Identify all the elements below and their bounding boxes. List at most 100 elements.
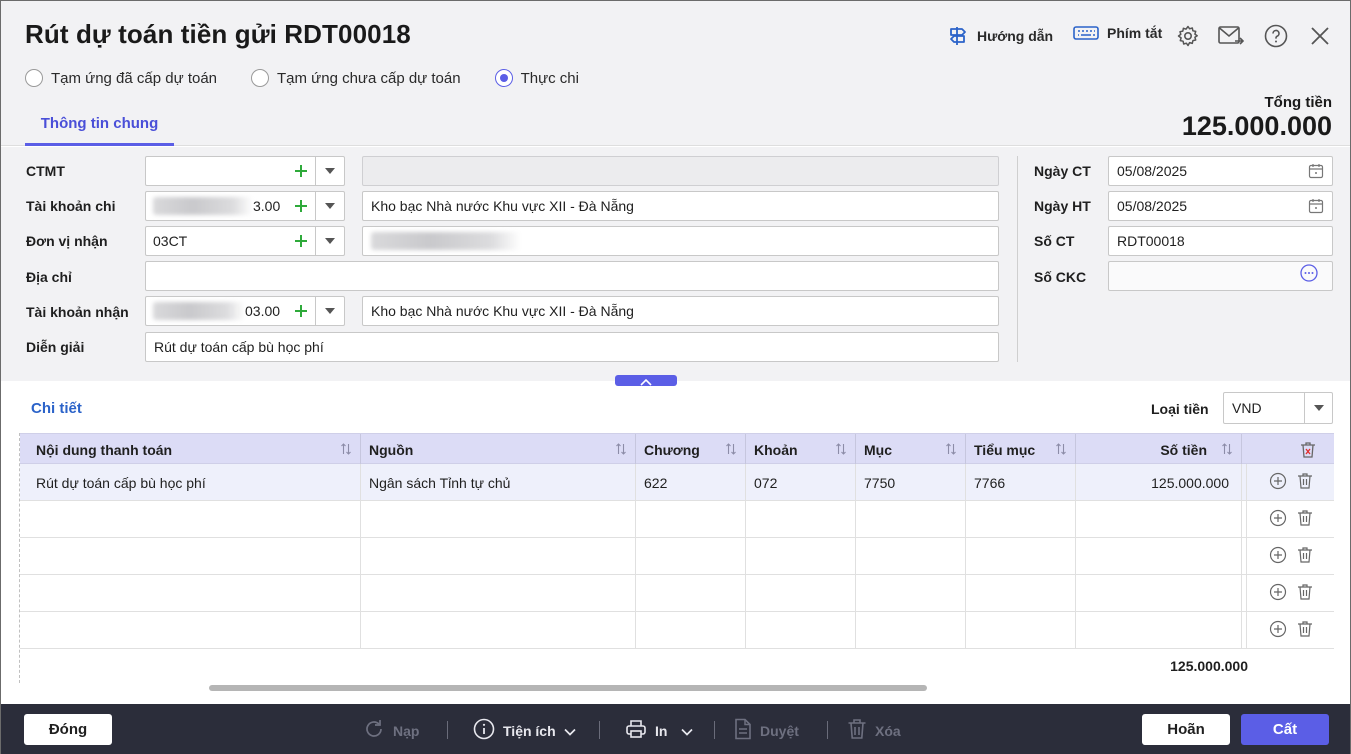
chevron-down-icon[interactable] <box>315 157 344 185</box>
add-plus-icon[interactable] <box>287 192 315 220</box>
cell-source[interactable] <box>361 501 636 538</box>
posting-date-field[interactable]: 05/08/2025 <box>1108 191 1333 221</box>
guide-button[interactable]: Hướng dẫn <box>947 25 1053 47</box>
calendar-icon[interactable] <box>1308 163 1324 182</box>
cell-chapter[interactable] <box>636 612 746 649</box>
cell-chapter[interactable] <box>636 501 746 538</box>
delete-row-icon[interactable] <box>1297 472 1313 493</box>
detail-section-title[interactable]: Chi tiết <box>31 400 82 417</box>
delete-row-icon[interactable] <box>1297 583 1313 604</box>
help-icon[interactable] <box>1263 23 1289 49</box>
column-header-subitem[interactable]: Tiểu mục <box>966 434 1076 465</box>
receive-account-desc-field[interactable]: Kho bạc Nhà nước Khu vực XII - Đà Nẵng <box>362 296 999 326</box>
save-button[interactable]: Cất <box>1241 714 1329 745</box>
radio-option-advance-allocated[interactable]: Tạm ứng đã cấp dự toán <box>25 69 217 87</box>
add-row-icon[interactable] <box>1269 472 1287 493</box>
table-row[interactable] <box>20 612 1334 649</box>
print-menu-button[interactable]: In <box>625 718 694 743</box>
table-row[interactable]: Rút dự toán cấp bù học phí Ngân sách Tỉn… <box>20 464 1334 501</box>
column-header-content[interactable]: Nội dung thanh toán <box>28 434 361 465</box>
cell-content[interactable]: Rút dự toán cấp bù học phí <box>28 464 361 501</box>
column-header-chapter[interactable]: Chương <box>636 434 746 465</box>
delete-row-icon[interactable] <box>1297 620 1313 641</box>
cell-section[interactable] <box>746 612 856 649</box>
chevron-down-icon[interactable] <box>315 297 344 325</box>
delete-all-rows-icon[interactable] <box>1300 441 1316 462</box>
recipient-unit-value[interactable]: 03CT <box>146 233 287 249</box>
recipient-unit-name-field[interactable] <box>362 226 999 256</box>
cell-content[interactable] <box>28 612 361 649</box>
calendar-icon[interactable] <box>1308 198 1324 217</box>
column-header-amount[interactable]: Số tiền <box>1076 434 1242 465</box>
ctmt-combo[interactable] <box>145 156 345 186</box>
chevron-down-icon[interactable] <box>315 192 344 220</box>
cell-section[interactable]: 072 <box>746 464 856 501</box>
cancel-button[interactable]: Hoãn <box>1142 714 1230 745</box>
approve-button[interactable]: Duyệt <box>734 718 799 743</box>
close-icon[interactable] <box>1307 23 1333 49</box>
cell-source[interactable] <box>361 575 636 612</box>
add-row-icon[interactable] <box>1269 620 1287 641</box>
radio-option-advance-unallocated[interactable]: Tạm ứng chưa cấp dự toán <box>251 69 461 87</box>
column-header-item[interactable]: Mục <box>856 434 966 465</box>
cell-source[interactable] <box>361 612 636 649</box>
cell-subitem[interactable] <box>966 501 1076 538</box>
delete-button[interactable]: Xóa <box>847 718 901 743</box>
utilities-menu-button[interactable]: Tiện ích <box>473 718 576 743</box>
recipient-unit-combo[interactable]: 03CT <box>145 226 345 256</box>
cell-chapter[interactable] <box>636 575 746 612</box>
add-plus-icon[interactable] <box>287 157 315 185</box>
cell-section[interactable] <box>746 501 856 538</box>
send-mail-icon[interactable] <box>1218 23 1244 49</box>
settings-gear-icon[interactable] <box>1175 23 1201 49</box>
description-field[interactable]: Rút dự toán cấp bù học phí <box>145 332 999 362</box>
spend-account-desc-field[interactable]: Kho bạc Nhà nước Khu vực XII - Đà Nẵng <box>362 191 999 221</box>
tab-general-info[interactable]: Thông tin chung <box>25 111 174 146</box>
delete-row-icon[interactable] <box>1297 509 1313 530</box>
cell-amount[interactable] <box>1076 575 1242 612</box>
add-plus-icon[interactable] <box>287 297 315 325</box>
cell-subitem[interactable] <box>966 575 1076 612</box>
column-header-section[interactable]: Khoản <box>746 434 856 465</box>
cell-content[interactable] <box>28 575 361 612</box>
sort-icon[interactable] <box>835 442 847 459</box>
sort-icon[interactable] <box>1221 442 1233 459</box>
cell-subitem[interactable] <box>966 538 1076 575</box>
scrollbar-thumb[interactable] <box>209 685 927 691</box>
cell-item[interactable] <box>856 575 966 612</box>
receive-account-value[interactable]: 03.00 <box>146 302 287 320</box>
cell-source[interactable] <box>361 538 636 575</box>
close-button[interactable]: Đóng <box>24 714 112 745</box>
cell-chapter[interactable] <box>636 538 746 575</box>
cell-amount[interactable] <box>1076 612 1242 649</box>
table-row[interactable] <box>20 538 1334 575</box>
receive-account-combo[interactable]: 03.00 <box>145 296 345 326</box>
cell-section[interactable] <box>746 575 856 612</box>
cell-content[interactable] <box>28 538 361 575</box>
cell-item[interactable]: 7750 <box>856 464 966 501</box>
currency-select[interactable]: VND <box>1223 392 1333 424</box>
cell-amount[interactable] <box>1076 538 1242 575</box>
shortcuts-button[interactable]: Phím tắt <box>1073 25 1162 41</box>
table-row[interactable] <box>20 501 1334 538</box>
cell-chapter[interactable]: 622 <box>636 464 746 501</box>
more-options-icon[interactable] <box>1300 264 1318 285</box>
sort-icon[interactable] <box>1055 442 1067 459</box>
cell-item[interactable] <box>856 501 966 538</box>
cell-amount[interactable] <box>1076 501 1242 538</box>
add-row-icon[interactable] <box>1269 546 1287 567</box>
add-row-icon[interactable] <box>1269 583 1287 604</box>
cell-section[interactable] <box>746 538 856 575</box>
radio-option-actual-spend[interactable]: Thực chi <box>494 69 579 87</box>
cell-item[interactable] <box>856 612 966 649</box>
voucher-number-field[interactable]: RDT00018 <box>1108 226 1333 256</box>
voucher-date-field[interactable]: 05/08/2025 <box>1108 156 1333 186</box>
sort-icon[interactable] <box>340 442 352 459</box>
add-plus-icon[interactable] <box>287 227 315 255</box>
sort-icon[interactable] <box>945 442 957 459</box>
horizontal-scrollbar[interactable] <box>23 685 1329 691</box>
chevron-down-icon[interactable] <box>1304 393 1332 423</box>
spend-account-combo[interactable]: 3.00 <box>145 191 345 221</box>
sort-icon[interactable] <box>725 442 737 459</box>
table-row[interactable] <box>20 575 1334 612</box>
